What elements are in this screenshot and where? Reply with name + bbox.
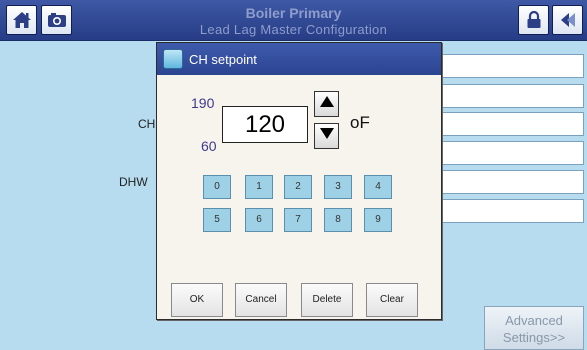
- dialog-header: CH setpoint: [157, 43, 441, 75]
- clear-button[interactable]: Clear: [366, 283, 418, 317]
- dhw-label: DHW: [119, 175, 148, 189]
- setpoint-value[interactable]: 120: [222, 106, 308, 143]
- up-arrow-icon: [319, 95, 335, 113]
- config-field[interactable]: [430, 141, 584, 165]
- digit-7-button[interactable]: 7: [284, 208, 312, 232]
- min-value: 60: [201, 138, 217, 154]
- advanced-settings-button[interactable]: Advanced Settings>>: [484, 306, 584, 350]
- digit-3-button[interactable]: 3: [324, 175, 352, 199]
- down-arrow-icon: [319, 127, 335, 145]
- unit-label: oF: [350, 113, 370, 132]
- decrease-button[interactable]: [314, 123, 339, 149]
- config-field[interactable]: [430, 84, 584, 108]
- increase-button[interactable]: [314, 91, 339, 117]
- delete-button[interactable]: Delete: [301, 283, 353, 317]
- digit-8-button[interactable]: 8: [324, 208, 352, 232]
- page-subtitle: Lead Lag Master Configuration: [199, 22, 388, 37]
- advanced-settings-label-1: Advanced: [505, 313, 563, 328]
- lock-icon: [525, 10, 543, 30]
- digit-9-button[interactable]: 9: [364, 208, 392, 232]
- page-title: Boiler Primary: [245, 5, 342, 21]
- config-field[interactable]: [430, 112, 584, 136]
- digit-6-button[interactable]: 6: [245, 208, 273, 232]
- advanced-settings-label-2: Settings>>: [502, 330, 566, 345]
- dialog-title: CH setpoint: [189, 51, 257, 67]
- back-icon: [558, 10, 578, 30]
- digit-0-button[interactable]: 0: [203, 175, 231, 199]
- lock-button[interactable]: [518, 5, 549, 35]
- digit-4-button[interactable]: 4: [364, 175, 392, 199]
- ch-label: CH: [138, 117, 156, 131]
- cancel-button[interactable]: Cancel: [235, 283, 287, 317]
- max-value: 190: [191, 95, 215, 111]
- config-field[interactable]: [430, 54, 584, 78]
- ok-button[interactable]: OK: [171, 283, 223, 317]
- back-button[interactable]: [552, 5, 583, 35]
- digit-2-button[interactable]: 2: [284, 175, 312, 199]
- top-bar: Boiler Primary Lead Lag Master Configura…: [0, 0, 587, 41]
- setpoint-dialog: CH setpoint 190 60 120 oF 0 1 2 3 4 5 6 …: [156, 42, 442, 320]
- app-icon: [163, 49, 183, 69]
- digit-1-button[interactable]: 1: [245, 175, 273, 199]
- digit-5-button[interactable]: 5: [203, 208, 231, 232]
- config-field[interactable]: [430, 170, 584, 194]
- config-field[interactable]: [430, 199, 584, 223]
